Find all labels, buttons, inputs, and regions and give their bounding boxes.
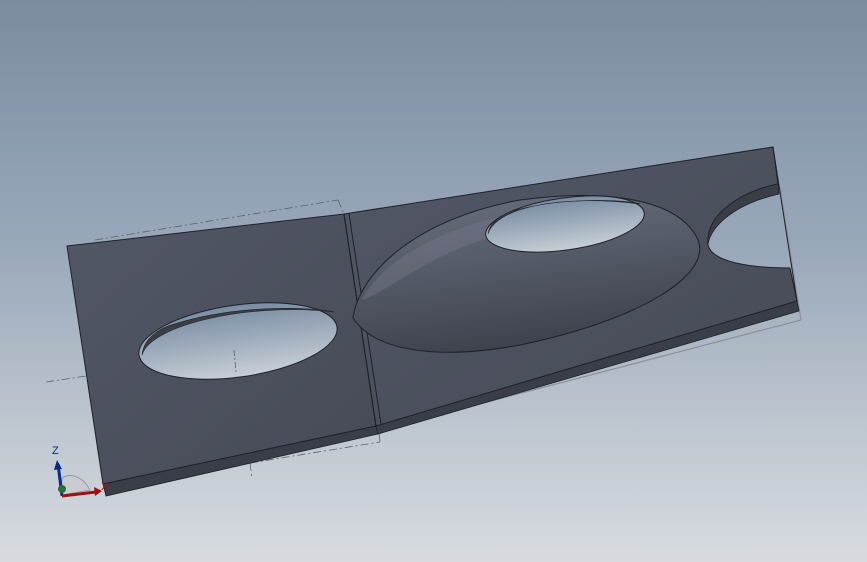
z-axis-label: Z [52, 445, 59, 457]
graphics-viewport[interactable]: Z X [0, 0, 867, 562]
x-axis-label: X [101, 481, 109, 493]
z-axis-arrowhead [54, 460, 62, 470]
triad-origin-icon [58, 485, 66, 493]
part-model-view[interactable] [0, 0, 867, 562]
